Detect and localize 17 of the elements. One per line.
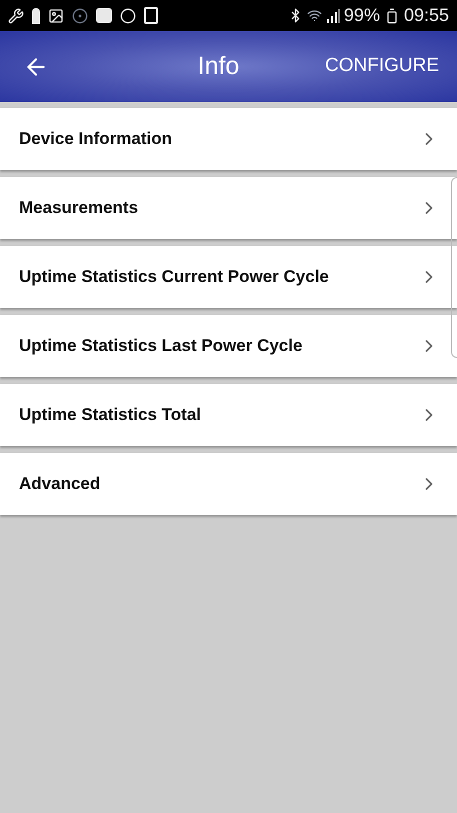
battery-level: 99% (344, 4, 380, 27)
target-icon (72, 8, 88, 24)
wifi-icon (306, 8, 322, 23)
wrench-icon (8, 8, 24, 24)
menu-item[interactable]: Uptime Statistics Last Power Cycle (0, 315, 457, 377)
configure-button[interactable]: CONFIGURE (325, 52, 439, 81)
menu-item[interactable]: Uptime Statistics Current Power Cycle (0, 246, 457, 308)
page-title: Info (196, 50, 240, 82)
menu-item[interactable]: Uptime Statistics Total (0, 384, 457, 446)
menu-item[interactable]: Advanced (0, 453, 457, 515)
clock: 09:55 (404, 4, 449, 27)
document-icon (144, 7, 158, 24)
image-icon (48, 8, 64, 24)
signal-icon (326, 8, 340, 22)
circle-icon (120, 8, 136, 24)
menu-item[interactable]: Device Information (0, 108, 457, 170)
menu-item[interactable]: Measurements (0, 177, 457, 239)
